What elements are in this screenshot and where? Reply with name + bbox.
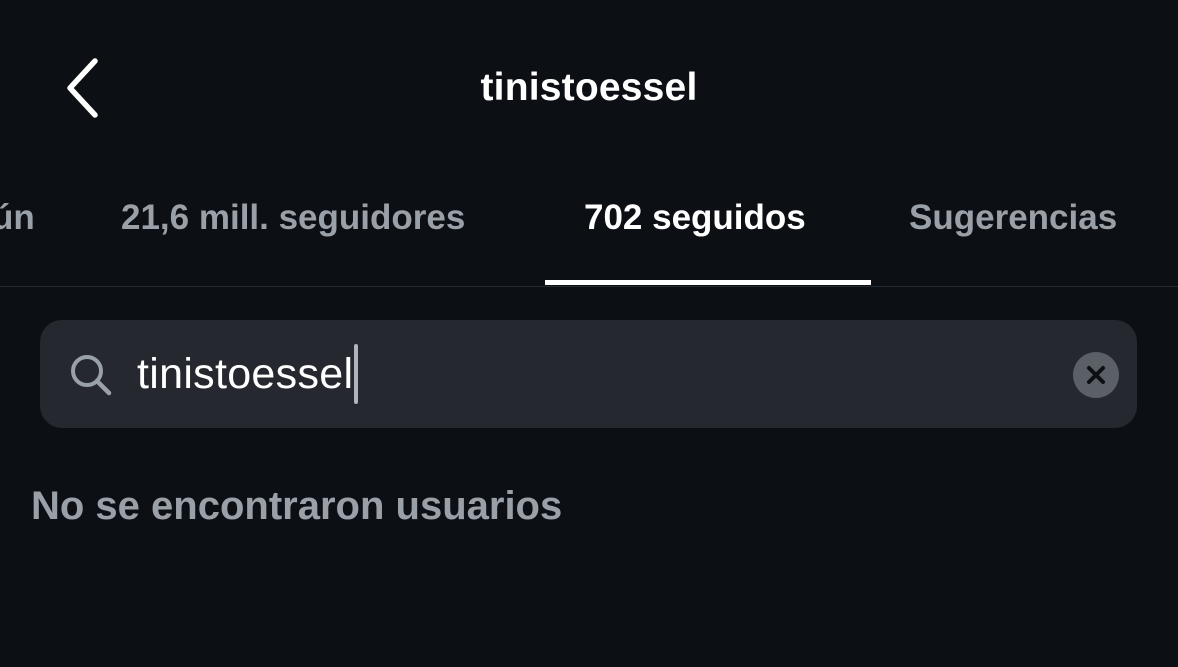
page-title: tinistoessel [480,66,698,109]
empty-results-message: No se encontraron usuarios [31,484,563,528]
close-icon [1087,366,1105,384]
following-screen: tinistoessel ún 21,6 mill. seguidores 70… [0,0,1178,667]
active-tab-indicator [545,280,871,285]
tab-following[interactable]: 702 seguidos [584,198,806,238]
clear-search-button[interactable] [1073,352,1119,398]
search-input-container[interactable]: tinistoessel [137,344,359,404]
text-cursor [354,344,359,404]
tab-in-common[interactable]: ún [0,198,35,238]
search-icon [71,355,112,396]
tab-suggestions[interactable]: Sugerencias [909,198,1117,238]
divider [0,286,1178,287]
search-input[interactable]: tinistoessel [137,350,353,399]
tab-followers[interactable]: 21,6 mill. seguidores [121,198,465,238]
tab-bar: ún 21,6 mill. seguidores 702 seguidos Su… [0,168,1178,286]
